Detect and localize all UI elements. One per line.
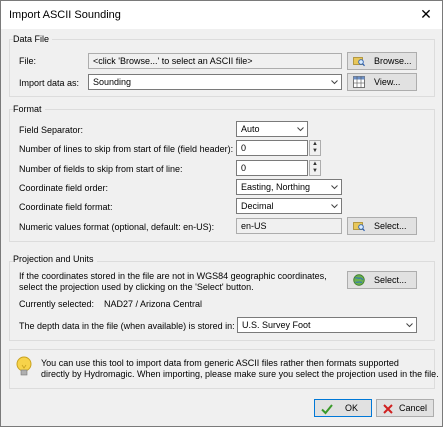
skip-lines-input[interactable]: 0 — [236, 140, 308, 156]
cancel-button[interactable]: Cancel — [376, 399, 434, 417]
cancel-x-icon — [383, 404, 393, 414]
depth-unit-value: U.S. Survey Foot — [242, 320, 311, 330]
checkmark-icon — [321, 404, 333, 415]
numeric-format-field[interactable]: en-US — [236, 218, 342, 234]
chevron-down-icon — [406, 323, 413, 328]
chevron-down-icon — [331, 80, 338, 85]
projection-info-line2: select the projection used by clicking o… — [19, 282, 254, 292]
order-label: Coordinate field order: — [19, 183, 109, 193]
numeric-format-label: Numeric values format (optional, default… — [19, 222, 215, 232]
skip-lines-label: Number of lines to skip from start of fi… — [19, 144, 234, 154]
separator-value: Auto — [241, 124, 260, 134]
format-group-title: Format — [13, 104, 45, 114]
projection-select-button[interactable]: Select... — [347, 271, 417, 289]
order-value: Easting, Northing — [241, 182, 311, 192]
skip-fields-input[interactable]: 0 — [236, 160, 308, 176]
projection-info-line1: If the coordinates stored in the file ar… — [19, 271, 327, 281]
numeric-select-label: Select... — [374, 221, 407, 231]
spin-up-icon[interactable]: ▲ — [310, 141, 320, 148]
coord-format-dropdown[interactable]: Decimal — [236, 198, 342, 214]
coord-format-value: Decimal — [241, 201, 274, 211]
coord-format-label: Coordinate field format: — [19, 202, 113, 212]
data-file-group-title: Data File — [13, 34, 53, 44]
browse-button[interactable]: Browse... — [347, 52, 417, 70]
folder-search-icon — [353, 57, 365, 67]
cancel-label: Cancel — [399, 403, 428, 413]
chevron-down-icon — [297, 127, 304, 132]
ok-button[interactable]: OK — [314, 399, 372, 417]
chevron-down-icon — [331, 204, 338, 209]
close-icon[interactable]: ✕ — [418, 6, 434, 22]
table-icon — [353, 76, 365, 88]
projection-group-title: Projection and Units — [13, 254, 97, 264]
depth-unit-label: The depth data in the file (when availab… — [19, 321, 235, 331]
lightbulb-icon — [16, 356, 32, 376]
chevron-down-icon — [331, 185, 338, 190]
numeric-format-select-button[interactable]: Select... — [347, 217, 417, 235]
window-title: Import ASCII Sounding — [9, 9, 121, 21]
skip-lines-spinner[interactable]: ▲ ▼ — [309, 140, 321, 156]
ok-label: OK — [345, 403, 359, 413]
separator-dropdown[interactable]: Auto — [236, 121, 308, 137]
hint-line1: You can use this tool to import data fro… — [41, 358, 399, 368]
spin-down-icon[interactable]: ▼ — [310, 168, 320, 175]
browse-button-label: Browse... — [374, 56, 412, 66]
spin-down-icon[interactable]: ▼ — [310, 148, 320, 155]
hint-line2: directly by Hydromagic. When importing, … — [41, 369, 439, 379]
skip-fields-label: Number of fields to skip from start of l… — [19, 164, 183, 174]
view-button[interactable]: View... — [347, 73, 417, 91]
folder-search-icon — [353, 222, 365, 232]
title-bar: Import ASCII Sounding ✕ — [1, 1, 442, 29]
import-as-value: Sounding — [93, 77, 132, 87]
file-path-field[interactable]: <click 'Browse...' to select an ASCII fi… — [88, 53, 342, 69]
order-dropdown[interactable]: Easting, Northing — [236, 179, 342, 195]
file-label: File: — [19, 56, 37, 66]
depth-unit-dropdown[interactable]: U.S. Survey Foot — [237, 317, 417, 333]
globe-icon — [353, 274, 365, 286]
import-as-label: Import data as: — [19, 78, 80, 88]
import-ascii-dialog: Import ASCII Sounding ✕ Data File File: … — [0, 0, 443, 427]
current-projection-label: Currently selected: — [19, 299, 95, 309]
import-as-dropdown[interactable]: Sounding — [88, 74, 342, 90]
view-button-label: View... — [374, 77, 401, 87]
current-projection-value: NAD27 / Arizona Central — [104, 299, 203, 309]
skip-fields-spinner[interactable]: ▲ ▼ — [309, 160, 321, 176]
spin-up-icon[interactable]: ▲ — [310, 161, 320, 168]
separator-label: Field Separator: — [19, 125, 84, 135]
projection-select-label: Select... — [374, 275, 407, 285]
